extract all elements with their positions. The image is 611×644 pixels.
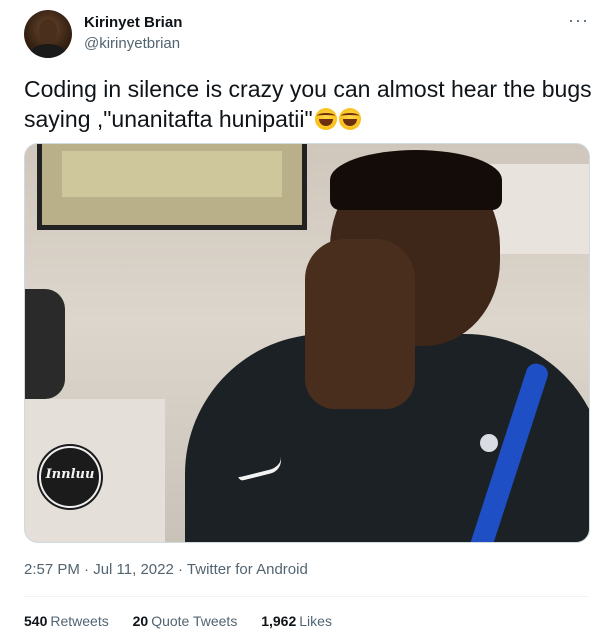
photo-picture-frame bbox=[37, 144, 307, 230]
retweets-label: Retweets bbox=[50, 613, 109, 629]
tweet-date[interactable]: Jul 11, 2022 bbox=[93, 561, 174, 578]
likes-count: 1,962 bbox=[261, 613, 297, 629]
quote-tweets-label: Quote Tweets bbox=[151, 613, 238, 629]
watermark-text: Innluu bbox=[45, 467, 95, 482]
quote-tweets-stat[interactable]: 20 Quote Tweets bbox=[133, 613, 238, 629]
face-with-tears-of-joy-icon bbox=[314, 108, 337, 130]
photo-chest-badge bbox=[480, 434, 498, 452]
tweet-body: Coding in silence is crazy you can almos… bbox=[24, 76, 592, 132]
tweet-time[interactable]: 2:57 PM bbox=[24, 561, 80, 578]
meta-separator: · bbox=[84, 561, 90, 578]
likes-stat[interactable]: 1,962 Likes bbox=[261, 613, 332, 629]
avatar-shirt bbox=[30, 44, 66, 58]
author-handle[interactable]: @kirinyetbrian bbox=[84, 35, 180, 52]
divider bbox=[24, 596, 588, 597]
face-with-tears-of-joy-icon bbox=[338, 108, 361, 130]
tweet-stats: 540 Retweets 20 Quote Tweets 1,962 Likes bbox=[24, 613, 352, 629]
quote-tweets-count: 20 bbox=[132, 613, 149, 629]
tweet-text: Coding in silence is crazy you can almos… bbox=[24, 74, 594, 134]
photo-dark-object bbox=[25, 289, 65, 399]
tweet-photo[interactable]: Innluu bbox=[24, 143, 590, 543]
photo-person-hand bbox=[305, 239, 415, 409]
photo-person-hair bbox=[330, 150, 502, 210]
watermark-logo: Innluu bbox=[39, 446, 101, 508]
avatar-face bbox=[39, 19, 57, 43]
tweet-source[interactable]: Twitter for Android bbox=[187, 561, 308, 578]
meta-separator: · bbox=[178, 561, 184, 578]
retweets-stat[interactable]: 540 Retweets bbox=[24, 613, 109, 629]
tweet-meta: 2:57 PM · Jul 11, 2022 · Twitter for And… bbox=[24, 561, 308, 578]
tweet-card: Kirinyet Brian @kirinyetbrian ··· Coding… bbox=[0, 0, 611, 644]
likes-label: Likes bbox=[299, 613, 332, 629]
more-options-icon[interactable]: ··· bbox=[568, 10, 589, 31]
retweets-count: 540 bbox=[24, 613, 48, 629]
avatar[interactable] bbox=[24, 10, 72, 58]
author-name[interactable]: Kirinyet Brian bbox=[84, 14, 182, 31]
